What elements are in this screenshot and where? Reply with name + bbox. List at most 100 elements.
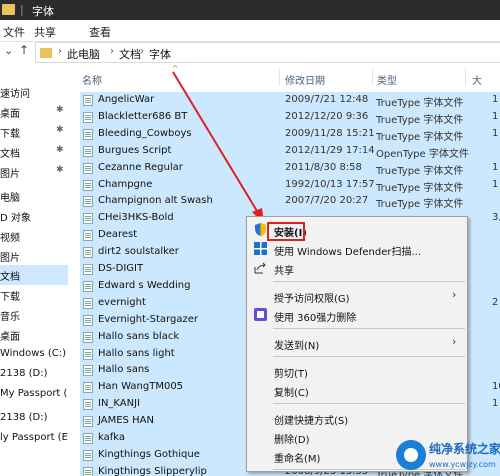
- menu-separator: [273, 281, 465, 282]
- sidebar-item[interactable]: 下载 ✱: [0, 122, 68, 142]
- menu-item-label: 共享: [274, 266, 294, 277]
- column-divider[interactable]: [465, 68, 466, 86]
- file-name: DS-DIGIT: [98, 263, 144, 274]
- menu-item[interactable]: 授予访问权限(G) ›: [247, 286, 467, 306]
- install-highlight-box: [267, 222, 305, 241]
- breadcrumb-fonts[interactable]: 字体: [149, 46, 171, 62]
- file-row[interactable]: Champgne 1992/10/13 17:57 TrueType 字体文件 1: [80, 176, 500, 194]
- address-row: ⌄ ↑ › 此电脑 › 文档 › 字体: [0, 42, 500, 64]
- column-name[interactable]: 名称: [82, 72, 102, 87]
- font-file-icon: [83, 128, 93, 140]
- file-row[interactable]: Bleeding_Cowboys 2009/11/28 15:21 TrueType…: [80, 125, 500, 143]
- font-file-icon: [83, 365, 93, 377]
- column-divider[interactable]: [279, 68, 280, 86]
- file-name: Champignon alt Swash: [98, 195, 213, 207]
- sidebar-item[interactable]: 图片 ✱: [0, 162, 68, 182]
- tab-file[interactable]: 文件: [3, 24, 25, 40]
- breadcrumb-documents[interactable]: 文档: [119, 46, 141, 62]
- file-size: 1: [492, 161, 499, 173]
- menu-item-label: 授予访问权限(G): [274, 294, 350, 305]
- file-name: AngelicWar: [98, 94, 155, 105]
- font-file-icon: [83, 433, 93, 444]
- sidebar-item-label: 音乐: [0, 312, 20, 323]
- column-header: ^ 名称 修改日期 类型 大: [68, 64, 500, 90]
- sidebar-item[interactable]: 文档: [0, 265, 68, 285]
- font-file-icon: [83, 111, 93, 123]
- sidebar-item-label: 桌面: [0, 109, 20, 120]
- file-name: CHei3HKS-Bold: [98, 212, 174, 224]
- sidebar-item[interactable]: D 对象: [0, 206, 68, 226]
- menu-item[interactable]: 使用 Windows Defender扫描...: [247, 239, 467, 259]
- sidebar-item-label: 2138 (D:): [0, 368, 48, 379]
- file-row[interactable]: AngelicWar 2009/7/21 12:48 TrueType 字体文件 1: [80, 92, 500, 109]
- font-file-icon: [83, 179, 93, 191]
- 360-icon: [254, 308, 267, 321]
- chevron-right-icon[interactable]: ›: [140, 46, 144, 57]
- tab-share[interactable]: 共享: [34, 24, 56, 40]
- sidebar-item[interactable]: 下载: [0, 285, 68, 305]
- menu-item-label: 创建快捷方式(S): [274, 416, 349, 427]
- share-icon: [254, 261, 267, 274]
- file-date: 2009/11/28 15:21: [285, 127, 375, 139]
- sidebar-item[interactable]: 2138 (D:): [0, 365, 68, 385]
- submenu-arrow-icon: ›: [452, 335, 457, 348]
- file-row[interactable]: Champignon alt Swash 2007/7/20 20:27 TrueT…: [80, 193, 500, 211]
- column-type[interactable]: 类型: [377, 72, 397, 87]
- menu-item[interactable]: 复制(C): [247, 380, 467, 400]
- context-menu: 安装(I) 使用 Windows Defender扫描... 共享 授予访问权限(G)…: [246, 216, 468, 472]
- column-divider[interactable]: [372, 68, 373, 86]
- menu-item[interactable]: 创建快捷方式(S): [247, 408, 467, 428]
- file-size: 1: [492, 398, 499, 410]
- watermark-logo-icon: [396, 440, 426, 470]
- sidebar-item[interactable]: 图片: [0, 246, 68, 266]
- file-name: Bleeding_Cowboys: [98, 127, 192, 139]
- folder-icon: [40, 48, 52, 58]
- sidebar-item[interactable]: 电脑: [0, 186, 68, 206]
- column-date[interactable]: 修改日期: [285, 72, 325, 87]
- column-size[interactable]: 大: [472, 72, 482, 87]
- font-file-icon: [83, 162, 93, 174]
- sidebar-item[interactable]: 视频: [0, 226, 68, 246]
- sidebar-item-label: D 对象: [0, 213, 31, 224]
- address-bar[interactable]: › 此电脑 › 文档 › 字体: [35, 42, 500, 63]
- sidebar-item-label: 文档: [0, 149, 20, 160]
- up-arrow-icon[interactable]: ↑: [19, 43, 29, 57]
- sidebar-item[interactable]: 2138 (D:): [0, 409, 68, 429]
- file-row[interactable]: Cezanne Regular 2011/8/30 8:58 TrueType 字体…: [80, 159, 500, 177]
- file-name: Edward s Wedding: [98, 279, 191, 291]
- file-size: 10,5: [492, 381, 500, 393]
- sidebar-item[interactable]: 文档 ✱: [0, 142, 68, 162]
- chevron-right-icon[interactable]: ›: [58, 46, 62, 57]
- title-bar: | 字体: [0, 0, 500, 20]
- tab-view[interactable]: 查看: [89, 24, 111, 40]
- file-size: 1: [492, 94, 499, 105]
- sidebar-item[interactable]: ly Passport (E:): [0, 429, 68, 449]
- menu-item[interactable]: 使用 360强力删除: [247, 305, 467, 325]
- sidebar-item-label: My Passport (E:): [0, 388, 68, 399]
- breadcrumb-this-pc[interactable]: 此电脑: [67, 46, 100, 62]
- chevron-down-icon[interactable]: ⌄: [4, 44, 13, 57]
- chevron-right-icon[interactable]: ›: [110, 46, 114, 57]
- file-name: IN_KANJI: [98, 398, 141, 410]
- menu-item[interactable]: 共享: [247, 258, 467, 278]
- file-date: 2009/7/21 12:48: [285, 94, 369, 105]
- sidebar-item[interactable]: My Passport (E:): [0, 385, 68, 405]
- menu-item-label: 删除(D): [274, 435, 310, 446]
- menu-item-label: 复制(C): [274, 388, 309, 399]
- sidebar-item[interactable]: Windows (C:): [0, 345, 68, 365]
- menu-item-label: 发送到(N): [274, 341, 320, 352]
- sidebar-item[interactable]: 音乐: [0, 305, 68, 325]
- sidebar-item-label: 2138 (D:): [0, 412, 48, 423]
- menu-item[interactable]: 发送到(N) ›: [247, 333, 467, 353]
- sidebar-item[interactable]: 桌面 ✱: [0, 102, 68, 122]
- sidebar-item-label: 图片: [0, 253, 20, 264]
- menu-item[interactable]: 剪切(T): [247, 361, 467, 381]
- sidebar-item[interactable]: 桌面: [0, 325, 68, 345]
- sidebar-item-label: ly Passport (E:): [0, 432, 68, 443]
- shield-icon: [254, 223, 267, 236]
- file-row[interactable]: Blackletter686 BT 2012/12/20 9:36 TrueType…: [80, 108, 500, 126]
- file-size: 1: [492, 127, 499, 139]
- file-size: 3,0: [492, 212, 500, 224]
- file-row[interactable]: Burgues Script 2012/11/29 17:14 OpenType 字…: [80, 142, 500, 160]
- sidebar-item[interactable]: 速访问: [0, 82, 68, 102]
